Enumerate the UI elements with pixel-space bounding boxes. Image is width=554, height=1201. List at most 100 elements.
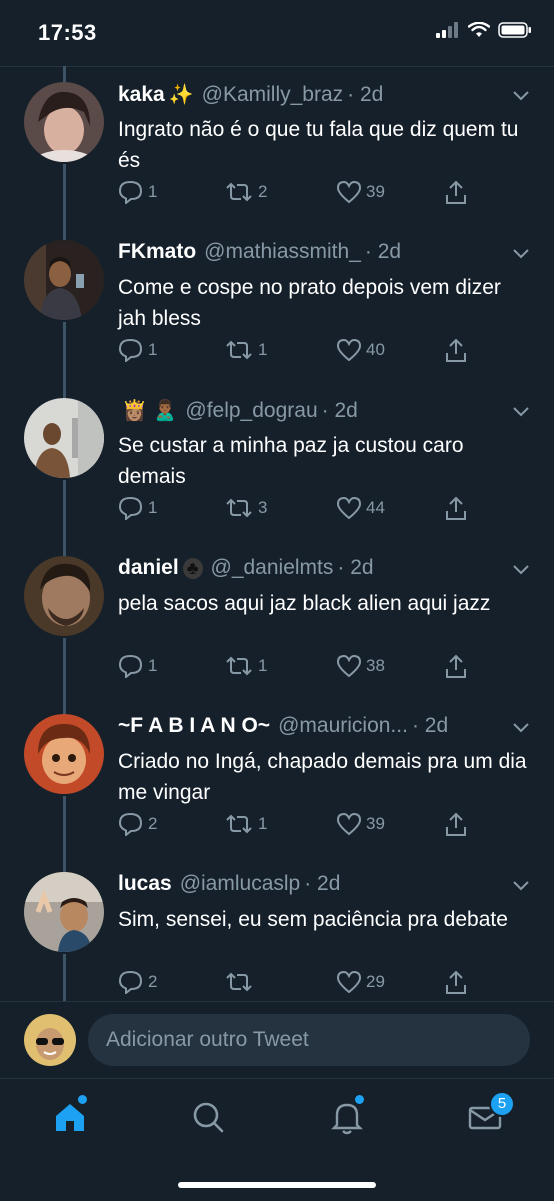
- like-button[interactable]: 38: [336, 654, 385, 678]
- avatar[interactable]: [24, 872, 104, 952]
- retweet-button[interactable]: 1: [224, 338, 267, 362]
- tab-messages[interactable]: 5: [465, 1091, 515, 1137]
- display-name[interactable]: daniel: [118, 556, 179, 580]
- status-icons: [436, 22, 532, 38]
- like-button[interactable]: 39: [336, 812, 385, 836]
- chevron-down-icon[interactable]: [512, 90, 530, 102]
- avatar[interactable]: [24, 556, 104, 636]
- reply-button[interactable]: 1: [118, 338, 157, 362]
- like-count: 40: [366, 340, 385, 359]
- name-emoji: ✨: [168, 84, 194, 106]
- tweet-header: ~F A B I A N O~ @mauricion... · 2d: [118, 714, 494, 738]
- tweet[interactable]: lucas @iamlucaslp · 2d Sim, sensei, eu s…: [0, 856, 554, 1014]
- user-handle[interactable]: @mathiassmith_: [204, 240, 361, 264]
- tweet[interactable]: 👸🏽 🙎🏾‍♂️ @felp_dograu · 2d Se custar a m…: [0, 382, 554, 540]
- heart-icon: [336, 812, 362, 836]
- tweet-header: 👸🏽 🙎🏾‍♂️ @felp_dograu · 2d: [118, 398, 494, 423]
- user-handle[interactable]: @Kamilly_braz: [202, 83, 344, 107]
- heart-icon: [336, 338, 362, 362]
- reply-count: 1: [148, 498, 158, 517]
- chevron-down-icon[interactable]: [512, 248, 530, 260]
- home-notification-dot: [78, 1095, 87, 1104]
- compose-bar: Adicionar outro Tweet: [0, 1001, 554, 1078]
- share-button[interactable]: [444, 338, 468, 364]
- retweet-button[interactable]: 3: [224, 496, 267, 520]
- share-button[interactable]: [444, 970, 468, 996]
- reply-icon: [118, 496, 143, 520]
- share-button[interactable]: [444, 496, 468, 522]
- retweet-button[interactable]: 2: [224, 180, 267, 204]
- display-name[interactable]: ~F A B I A N O~: [118, 714, 270, 738]
- display-name[interactable]: lucas: [118, 872, 172, 896]
- retweet-icon: [226, 340, 252, 360]
- add-tweet-input[interactable]: Adicionar outro Tweet: [88, 1014, 530, 1066]
- user-handle[interactable]: @mauricion...: [278, 714, 408, 738]
- avatar[interactable]: [24, 82, 104, 162]
- like-button[interactable]: 40: [336, 338, 385, 362]
- tweet-actions: 2 1 39: [118, 812, 478, 842]
- chevron-down-icon[interactable]: [512, 880, 530, 892]
- own-avatar[interactable]: [24, 1014, 76, 1066]
- display-name[interactable]: kaka: [118, 83, 165, 107]
- club-icon: ♣: [182, 557, 203, 579]
- share-button[interactable]: [444, 180, 468, 206]
- reply-button[interactable]: 2: [118, 970, 157, 994]
- reply-count: 1: [148, 340, 158, 359]
- avatar[interactable]: [24, 240, 104, 320]
- chevron-down-icon[interactable]: [512, 406, 530, 418]
- user-handle[interactable]: @_danielmts: [211, 556, 334, 580]
- share-icon: [446, 970, 466, 994]
- retweet-icon: [226, 814, 252, 834]
- like-count: 29: [366, 972, 385, 991]
- share-button[interactable]: [444, 812, 468, 838]
- user-handle[interactable]: @felp_dograu: [185, 399, 317, 423]
- retweet-button[interactable]: 1: [224, 654, 267, 678]
- status-time: 17:53: [38, 20, 97, 45]
- share-icon: [446, 812, 466, 836]
- reply-count: 2: [148, 814, 158, 833]
- like-button[interactable]: 29: [336, 970, 385, 994]
- retweet-button[interactable]: 1: [224, 812, 267, 836]
- tab-home[interactable]: [50, 1095, 90, 1137]
- tweet[interactable]: kaka ✨ @Kamilly_braz · 2d Ingrato não é …: [0, 66, 554, 224]
- chevron-down-icon[interactable]: [512, 564, 530, 576]
- like-count: 38: [366, 656, 385, 675]
- reply-button[interactable]: 2: [118, 812, 157, 836]
- tweet[interactable]: daniel ♣ @_danielmts · 2d pela sacos aqu…: [0, 540, 554, 698]
- name-emoji: 👸🏽 🙎🏾‍♂️: [122, 400, 178, 422]
- chevron-down-icon[interactable]: [512, 722, 530, 734]
- tweet-text: Criado no Ingá, chapado demais pra um di…: [118, 750, 527, 804]
- wifi-icon: [468, 22, 490, 37]
- messages-badge: 5: [489, 1091, 515, 1117]
- reply-icon: [118, 180, 143, 204]
- tab-search[interactable]: [188, 1097, 228, 1137]
- retweet-button[interactable]: [224, 970, 258, 994]
- avatar[interactable]: [24, 714, 104, 794]
- tweet-header: daniel ♣ @_danielmts · 2d: [118, 556, 494, 580]
- like-button[interactable]: 39: [336, 180, 385, 204]
- tweet-actions: 2 29: [118, 970, 478, 1000]
- battery-icon: [498, 22, 531, 38]
- heart-icon: [336, 654, 362, 678]
- tweet[interactable]: FKmato @mathiassmith_ · 2d Come e cospe …: [0, 224, 554, 382]
- tweet[interactable]: ~F A B I A N O~ @mauricion... · 2d Criad…: [0, 698, 554, 856]
- reply-icon: [118, 654, 143, 678]
- signal-icon: [436, 22, 458, 38]
- reply-button[interactable]: 1: [118, 496, 157, 520]
- tweet-time: · 2d: [321, 398, 358, 422]
- tweet-time: · 2d: [304, 872, 341, 895]
- reply-button[interactable]: 1: [118, 180, 157, 204]
- tab-notifications[interactable]: [327, 1095, 367, 1137]
- avatar[interactable]: [24, 398, 104, 478]
- share-button[interactable]: [444, 654, 468, 680]
- retweet-count: 3: [258, 498, 268, 517]
- tweet-header: FKmato @mathiassmith_ · 2d: [118, 240, 494, 264]
- user-handle[interactable]: @iamlucaslp: [180, 872, 301, 896]
- home-indicator[interactable]: [178, 1182, 376, 1188]
- like-button[interactable]: 44: [336, 496, 385, 520]
- reply-button[interactable]: 1: [118, 654, 157, 678]
- reply-icon: [118, 812, 143, 836]
- tweet-actions: 1 1 40: [118, 338, 478, 368]
- display-name[interactable]: FKmato: [118, 240, 196, 264]
- tweet-actions: 1 3 44: [118, 496, 478, 526]
